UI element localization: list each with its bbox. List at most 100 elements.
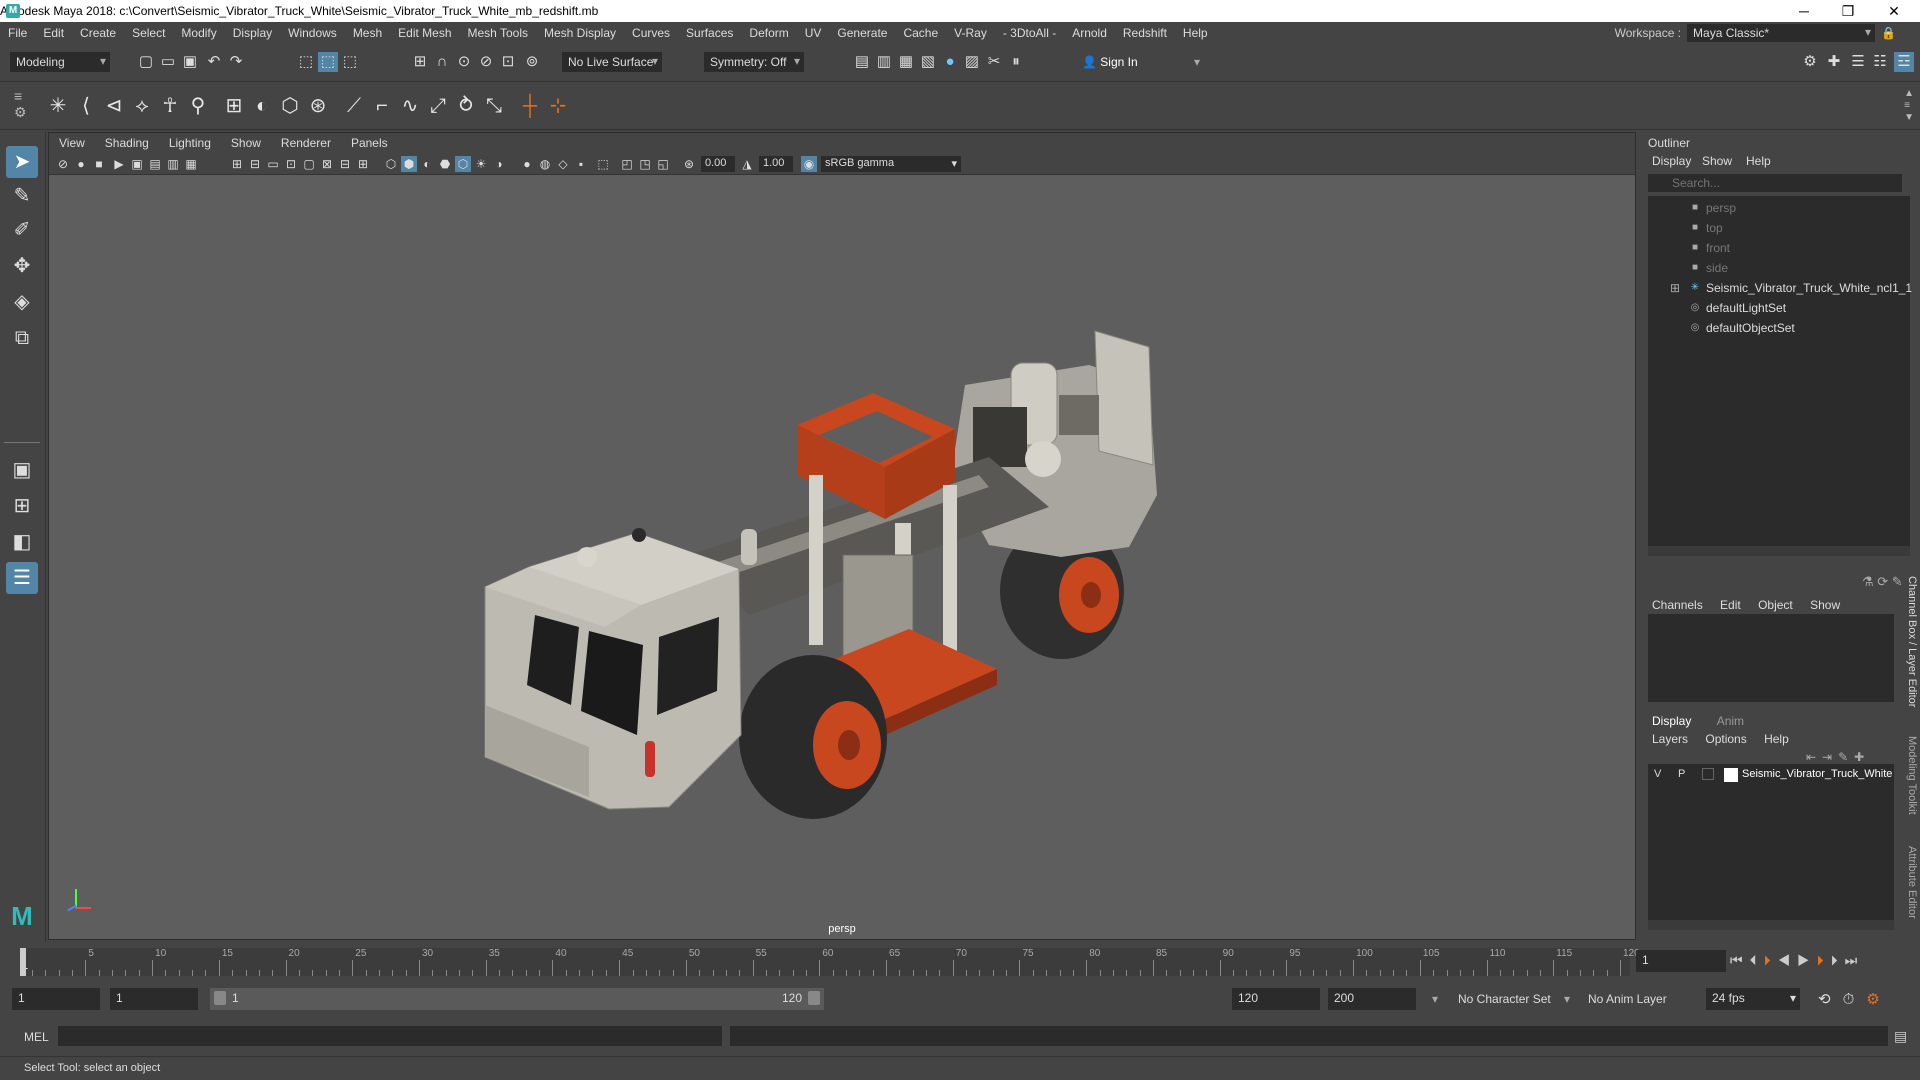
select-component-icon[interactable]: ⬚ (340, 52, 360, 72)
outliner-item-persp[interactable]: ■ persp (1648, 198, 1910, 218)
command-input[interactable] (58, 1026, 722, 1046)
select-object-icon[interactable]: ⬚ (318, 52, 338, 72)
wireframe-icon[interactable]: ⊞ (229, 156, 245, 172)
wave-deformer-icon[interactable]: ⤡ (480, 92, 508, 120)
layer-visibility-toggle[interactable]: V (1654, 768, 1661, 780)
range-slider-start-handle[interactable] (214, 991, 226, 1005)
grease-pencil-icon[interactable]: ▥ (165, 156, 181, 172)
lattice-icon[interactable]: ⊞ (220, 92, 248, 120)
channel-box-tools-icon[interactable]: ⚗ ⟳ ✎ (1862, 574, 1903, 590)
menu-mesh-tools[interactable]: Mesh Tools (460, 26, 536, 40)
menu-windows[interactable]: Windows (280, 26, 345, 40)
wireframe-on-shaded-icon[interactable]: ⬡ (455, 156, 471, 172)
redshift-render-icon[interactable]: ✂ (984, 52, 1004, 72)
flare-deformer-icon[interactable]: ⌐ (368, 92, 396, 120)
gamma-icon[interactable]: ◮ (739, 156, 755, 172)
play-backwards-icon[interactable]: ◀ (1778, 952, 1798, 968)
go-to-end-icon[interactable]: ⏭ (1845, 952, 1865, 968)
field-chart-icon[interactable]: ⊠ (319, 156, 335, 172)
menu-edit-mesh[interactable]: Edit Mesh (390, 26, 459, 40)
render-frame-icon[interactable]: ▤ (852, 52, 872, 72)
tool-settings-toggle-icon[interactable]: ☷ (1870, 52, 1890, 72)
script-editor-icon[interactable]: ▤ (1894, 1028, 1907, 1045)
viewport-menu-lighting[interactable]: Lighting (159, 136, 221, 150)
menu-cache[interactable]: Cache (895, 26, 946, 40)
screen-space-ao-icon[interactable]: ● (519, 156, 535, 172)
skeleton-icon[interactable]: ⚲ (184, 92, 212, 120)
channel-box[interactable] (1648, 614, 1894, 702)
menu-mesh-display[interactable]: Mesh Display (536, 26, 624, 40)
select-camera-icon[interactable]: ⊘ (55, 156, 71, 172)
snap-surface-icon[interactable]: ⊡ (498, 52, 518, 72)
render-sequence-icon[interactable]: ▥ (874, 52, 894, 72)
twist-deformer-icon[interactable]: ⥁ (452, 92, 480, 120)
menu-vray[interactable]: V-Ray (946, 26, 995, 40)
menu-edit[interactable]: Edit (35, 26, 72, 40)
layer-color-swatch[interactable] (1724, 768, 1738, 782)
character-set-dropdown[interactable]: No Character Set (1458, 992, 1551, 1006)
safe-action-icon[interactable]: ⊟ (337, 156, 353, 172)
camera-attributes-icon[interactable]: ■ (91, 156, 107, 172)
scale-tool-icon[interactable]: ⧉ (6, 322, 38, 354)
snap-vertex-icon[interactable]: ⊚ (522, 52, 542, 72)
use-all-lights-icon[interactable]: ☀ (473, 156, 489, 172)
snap-view-icon[interactable]: ⊘ (476, 52, 496, 72)
hypershade-icon[interactable]: ● (940, 52, 960, 72)
gamma-field[interactable]: 1.00 (759, 156, 793, 172)
outliner-item-front[interactable]: ■ front (1648, 238, 1910, 258)
smooth-shade-all-icon[interactable]: ⬢ (401, 156, 417, 172)
wireframe-shade-icon[interactable]: ⬡ (383, 156, 399, 172)
joint-tool-icon[interactable]: ✳ (44, 92, 72, 120)
save-scene-icon[interactable]: ▣ (180, 52, 200, 72)
viewport-menu-view[interactable]: View (49, 136, 95, 150)
layer-list[interactable]: V P Seismic_Vibrator_Truck_White (1648, 764, 1894, 930)
menu-deform[interactable]: Deform (741, 26, 796, 40)
gate-mask-icon[interactable]: ▢ (301, 156, 317, 172)
step-forward-icon[interactable]: ⏵ (1831, 952, 1845, 968)
lasso-tool-icon[interactable]: ✎ (6, 180, 38, 212)
menu-create[interactable]: Create (72, 26, 124, 40)
squash-deformer-icon[interactable]: ⤢ (424, 92, 452, 120)
render-settings-icon[interactable]: ▧ (918, 52, 938, 72)
xray-components-icon[interactable]: ◱ (655, 156, 671, 172)
viewport-menu-renderer[interactable]: Renderer (271, 136, 341, 150)
anti-aliasing-icon[interactable]: ◇ (555, 156, 571, 172)
exposure-field[interactable]: 0.00 (701, 156, 735, 172)
channel-menu-object[interactable]: Object (1758, 598, 1793, 612)
smooth-shade-icon[interactable]: ⊟ (247, 156, 263, 172)
sine-deformer-icon[interactable]: ∿ (396, 92, 424, 120)
layer-menu-help[interactable]: Help (1764, 732, 1789, 746)
tab-channel-box-layer-editor[interactable]: Channel Box / Layer Editor (1906, 576, 1918, 707)
new-scene-icon[interactable]: ▢ (136, 52, 156, 72)
outliner-search-input[interactable] (1648, 174, 1902, 192)
tab-modeling-toolkit[interactable]: Modeling Toolkit (1906, 736, 1918, 815)
2d-pan-zoom-icon[interactable]: ▤ (147, 156, 163, 172)
go-to-start-icon[interactable]: ⏮ (1730, 952, 1750, 968)
timeline-ruler[interactable]: 1 51015202530354045505560657075808590951… (20, 948, 1640, 976)
motion-blur-icon[interactable]: ◍ (537, 156, 553, 172)
pause-icon[interactable]: ⏸ (1006, 52, 1026, 72)
textured-icon[interactable]: ⬣ (437, 156, 453, 172)
film-gate-icon[interactable]: ▭ (265, 156, 281, 172)
bend-deformer-icon[interactable]: ⟋ (340, 92, 368, 120)
shelf-menu-icon[interactable]: ≡ ⚙ (14, 88, 27, 121)
humanik-icon[interactable]: ☥ (156, 92, 184, 120)
channel-menu-channels[interactable]: Channels (1652, 598, 1703, 612)
isolate-select-icon[interactable]: ⬚ (595, 156, 611, 172)
loop-icon[interactable]: ⟲ (1818, 991, 1843, 1008)
menu-redshift[interactable]: Redshift (1115, 26, 1175, 40)
playback-end-field[interactable]: 120 (1232, 988, 1320, 1010)
menu-display[interactable]: Display (225, 26, 280, 40)
resolution-gate-icon[interactable]: ⊡ (283, 156, 299, 172)
preferences-icon[interactable]: ⚙ (1866, 991, 1891, 1008)
menu-3dtoall[interactable]: - 3DtoAll - (995, 26, 1064, 40)
outliner-menu-display[interactable]: Display (1652, 154, 1691, 168)
perspective-viewport[interactable]: View Shading Lighting Show Renderer Pane… (48, 132, 1636, 940)
viewport-menu-show[interactable]: Show (221, 136, 271, 150)
menu-modify[interactable]: Modify (173, 26, 224, 40)
auto-key-icon[interactable]: ⏱ (1843, 991, 1867, 1008)
color-management-icon[interactable]: ◉ (801, 156, 817, 172)
menu-help[interactable]: Help (1175, 26, 1216, 40)
viewport-menu-shading[interactable]: Shading (95, 136, 159, 150)
expand-icon[interactable]: ⊞ (1670, 278, 1680, 298)
